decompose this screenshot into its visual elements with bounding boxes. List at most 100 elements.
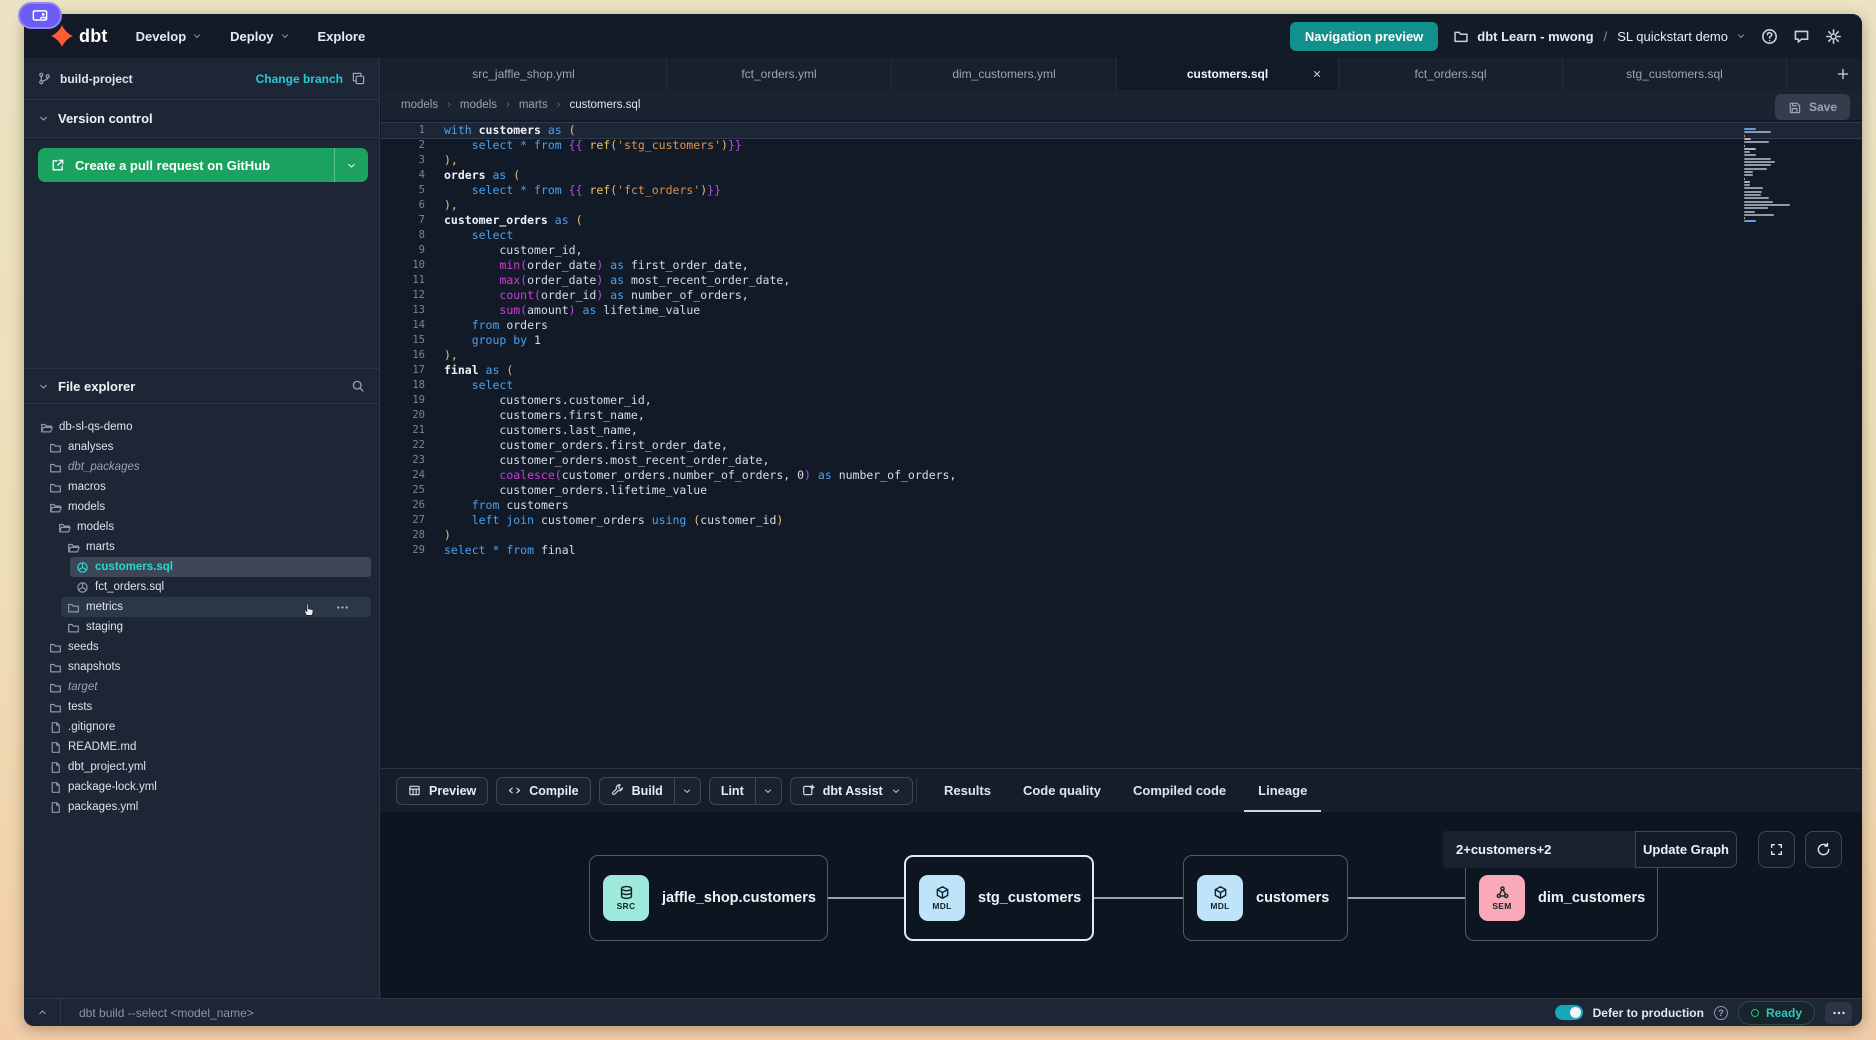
pr-button-caret[interactable]: [334, 148, 368, 182]
lineage-filter-input[interactable]: 2+customers+2: [1443, 831, 1635, 868]
code-line-1[interactable]: 1with customers as (: [381, 123, 1862, 138]
search-icon[interactable]: [351, 379, 365, 393]
code-line-21[interactable]: 21 customers.last_name,: [381, 423, 1862, 438]
compile-button[interactable]: Compile: [496, 777, 590, 805]
tree-item-staging[interactable]: staging: [24, 617, 379, 637]
panel-tab-code-quality[interactable]: Code quality: [1023, 783, 1101, 798]
update-graph-button[interactable]: Update Graph: [1635, 831, 1737, 868]
crumb-item[interactable]: customers.sql: [569, 99, 640, 111]
crumb-item[interactable]: models: [460, 99, 497, 111]
change-branch-link[interactable]: Change branch: [256, 72, 343, 86]
code-line-10[interactable]: 10 min(order_date) as first_order_date,: [381, 258, 1862, 273]
code-line-8[interactable]: 8 select: [381, 228, 1862, 243]
tree-item-models[interactable]: models: [24, 517, 379, 537]
save-button[interactable]: Save: [1775, 94, 1850, 120]
copy-icon[interactable]: [352, 72, 365, 85]
tree-item-dbt_project.yml[interactable]: dbt_project.yml: [24, 757, 379, 777]
tree-item-package-lock.yml[interactable]: package-lock.yml: [24, 777, 379, 797]
editor-tab-fct_orders.sql[interactable]: fct_orders.sql: [1339, 58, 1563, 90]
editor-tab-dim_customers.yml[interactable]: dim_customers.yml: [892, 58, 1117, 90]
help-icon[interactable]: [1761, 28, 1778, 45]
panel-tab-results[interactable]: Results: [944, 783, 991, 798]
menu-deploy[interactable]: Deploy: [230, 29, 289, 44]
tree-item-README.md[interactable]: README.md: [24, 737, 379, 757]
command-input[interactable]: dbt build --select <model_name>: [79, 1006, 254, 1020]
refresh-graph-button[interactable]: [1805, 831, 1842, 868]
tree-item-db-sl-qs-demo[interactable]: db-sl-qs-demo: [24, 417, 379, 437]
fullscreen-button[interactable]: [1758, 831, 1795, 868]
tree-item-fct_orders.sql[interactable]: fct_orders.sql: [24, 577, 379, 597]
code-line-23[interactable]: 23 customer_orders.most_recent_order_dat…: [381, 453, 1862, 468]
code-line-17[interactable]: 17final as (: [381, 363, 1862, 378]
code-line-3[interactable]: 3),: [381, 153, 1862, 168]
build-button[interactable]: Build: [599, 777, 701, 805]
navigation-preview-button[interactable]: Navigation preview: [1290, 22, 1438, 51]
editor-tab-fct_orders.yml[interactable]: fct_orders.yml: [667, 58, 892, 90]
create-pr-button[interactable]: Create a pull request on GitHub: [38, 148, 368, 182]
tree-item-tests[interactable]: tests: [24, 697, 379, 717]
close-tab-icon[interactable]: [1312, 69, 1322, 79]
tree-item-macros[interactable]: macros: [24, 477, 379, 497]
code-line-12[interactable]: 12 count(order_id) as number_of_orders,: [381, 288, 1862, 303]
defer-toggle[interactable]: [1555, 1005, 1583, 1020]
code-line-27[interactable]: 27 left join customer_orders using (cust…: [381, 513, 1862, 528]
expand-console-button[interactable]: [24, 999, 61, 1026]
code-line-9[interactable]: 9 customer_id,: [381, 243, 1862, 258]
panel-tab-lineage[interactable]: Lineage: [1258, 783, 1307, 798]
lint-button[interactable]: Lint: [709, 777, 782, 805]
code-line-16[interactable]: 16),: [381, 348, 1862, 363]
crumb-item[interactable]: models: [401, 99, 438, 111]
file-explorer-header[interactable]: File explorer: [24, 368, 379, 404]
tree-item-models[interactable]: models: [24, 497, 379, 517]
menu-develop[interactable]: Develop: [136, 29, 203, 44]
code-line-7[interactable]: 7customer_orders as (: [381, 213, 1862, 228]
tree-item-analyses[interactable]: analyses: [24, 437, 379, 457]
menu-explore[interactable]: Explore: [318, 29, 366, 44]
tree-item-snapshots[interactable]: snapshots: [24, 657, 379, 677]
tree-item-dbt_packages[interactable]: dbt_packages: [24, 457, 379, 477]
code-editor[interactable]: 1with customers as (2 select * from {{ r…: [381, 120, 1862, 768]
lineage-node-stg_customers[interactable]: MDLstg_customers: [904, 855, 1094, 941]
preview-button[interactable]: Preview: [396, 777, 488, 805]
code-line-5[interactable]: 5 select * from {{ ref('fct_orders')}}: [381, 183, 1862, 198]
code-line-24[interactable]: 24 coalesce(customer_orders.number_of_or…: [381, 468, 1862, 483]
new-tab-icon[interactable]: [1836, 67, 1850, 81]
code-line-25[interactable]: 25 customer_orders.lifetime_value: [381, 483, 1862, 498]
tree-item-customers.sql[interactable]: customers.sql: [24, 557, 379, 577]
code-line-18[interactable]: 18 select: [381, 378, 1862, 393]
code-line-29[interactable]: 29select * from final: [381, 543, 1862, 558]
editor-minimap[interactable]: [1744, 128, 1800, 226]
panel-tab-compiled-code[interactable]: Compiled code: [1133, 783, 1226, 798]
row-menu-icon[interactable]: [336, 601, 349, 614]
code-line-11[interactable]: 11 max(order_date) as most_recent_order_…: [381, 273, 1862, 288]
status-more-button[interactable]: [1825, 1002, 1852, 1024]
feedback-icon[interactable]: [1793, 28, 1810, 45]
code-line-2[interactable]: 2 select * from {{ ref('stg_customers')}…: [381, 138, 1862, 153]
editor-tab-customers.sql[interactable]: customers.sql: [1117, 58, 1339, 90]
defer-help-icon[interactable]: ?: [1714, 1006, 1728, 1020]
code-line-20[interactable]: 20 customers.first_name,: [381, 408, 1862, 423]
code-line-13[interactable]: 13 sum(amount) as lifetime_value: [381, 303, 1862, 318]
version-control-header[interactable]: Version control: [24, 100, 379, 138]
tree-item-seeds[interactable]: seeds: [24, 637, 379, 657]
settings-gear-icon[interactable]: [1825, 28, 1842, 45]
code-line-19[interactable]: 19 customers.customer_id,: [381, 393, 1862, 408]
code-line-4[interactable]: 4orders as (: [381, 168, 1862, 183]
split-caret[interactable]: [755, 778, 781, 804]
code-line-14[interactable]: 14 from orders: [381, 318, 1862, 333]
dbt-logo[interactable]: dbt: [50, 24, 108, 48]
code-line-28[interactable]: 28): [381, 528, 1862, 543]
split-caret[interactable]: [674, 778, 700, 804]
code-line-15[interactable]: 15 group by 1: [381, 333, 1862, 348]
editor-tab-src_jaffle_shop.yml[interactable]: src_jaffle_shop.yml: [381, 58, 667, 90]
lineage-node-jaffle_shop.customers[interactable]: SRCjaffle_shop.customers: [589, 855, 828, 941]
tree-item-target[interactable]: target: [24, 677, 379, 697]
code-line-26[interactable]: 26 from customers: [381, 498, 1862, 513]
tree-item-.gitignore[interactable]: .gitignore: [24, 717, 379, 737]
editor-tab-stg_customers.sql[interactable]: stg_customers.sql: [1563, 58, 1787, 90]
tree-item-metrics[interactable]: metrics: [24, 597, 379, 617]
tree-item-packages.yml[interactable]: packages.yml: [24, 797, 379, 817]
project-breadcrumb[interactable]: dbt Learn - mwong / SL quickstart demo: [1453, 28, 1746, 44]
tree-item-marts[interactable]: marts: [24, 537, 379, 557]
code-line-6[interactable]: 6),: [381, 198, 1862, 213]
